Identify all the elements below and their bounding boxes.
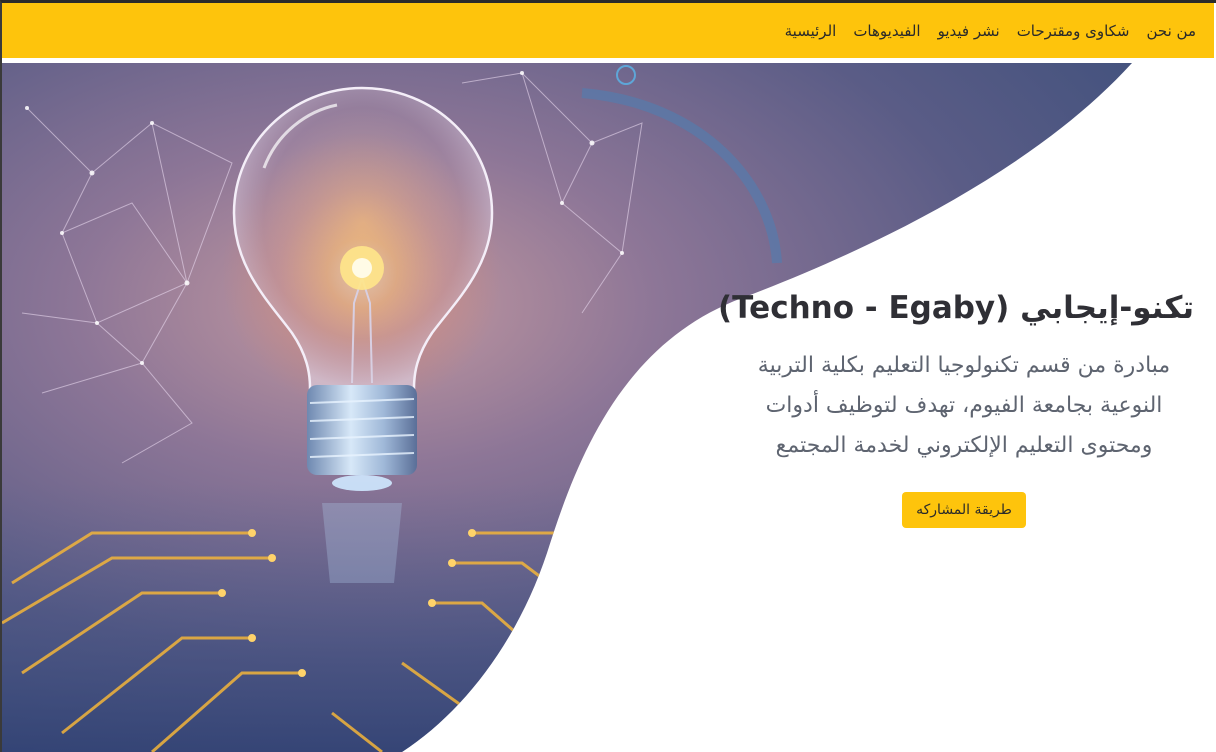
nav-item-videos[interactable]: الفيديوهات	[853, 22, 920, 40]
nav-item-complaints[interactable]: شكاوى ومقترحات	[1017, 22, 1130, 40]
nav-menu: الرئيسية الفيديوهات نشر فيديو شكاوى ومقت…	[785, 3, 1196, 58]
hero-description: مبادرة من قسم تكنولوجيا التعليم بكلية ال…	[757, 353, 1171, 458]
top-navbar: الرئيسية الفيديوهات نشر فيديو شكاوى ومقت…	[2, 3, 1214, 58]
hero-title: تكنو-إيجابي (Techno - Egaby)	[717, 290, 1194, 326]
participate-button[interactable]: طريقة المشاركه	[902, 492, 1026, 528]
nav-divider	[2, 58, 1214, 63]
hero-content: تكنو-إيجابي (Techno - Egaby) مبادرة من ق…	[717, 290, 1194, 528]
nav-item-home[interactable]: الرئيسية	[785, 22, 837, 40]
nav-item-about[interactable]: من نحن	[1147, 22, 1197, 40]
nav-item-upload-video[interactable]: نشر فيديو	[938, 22, 1000, 40]
